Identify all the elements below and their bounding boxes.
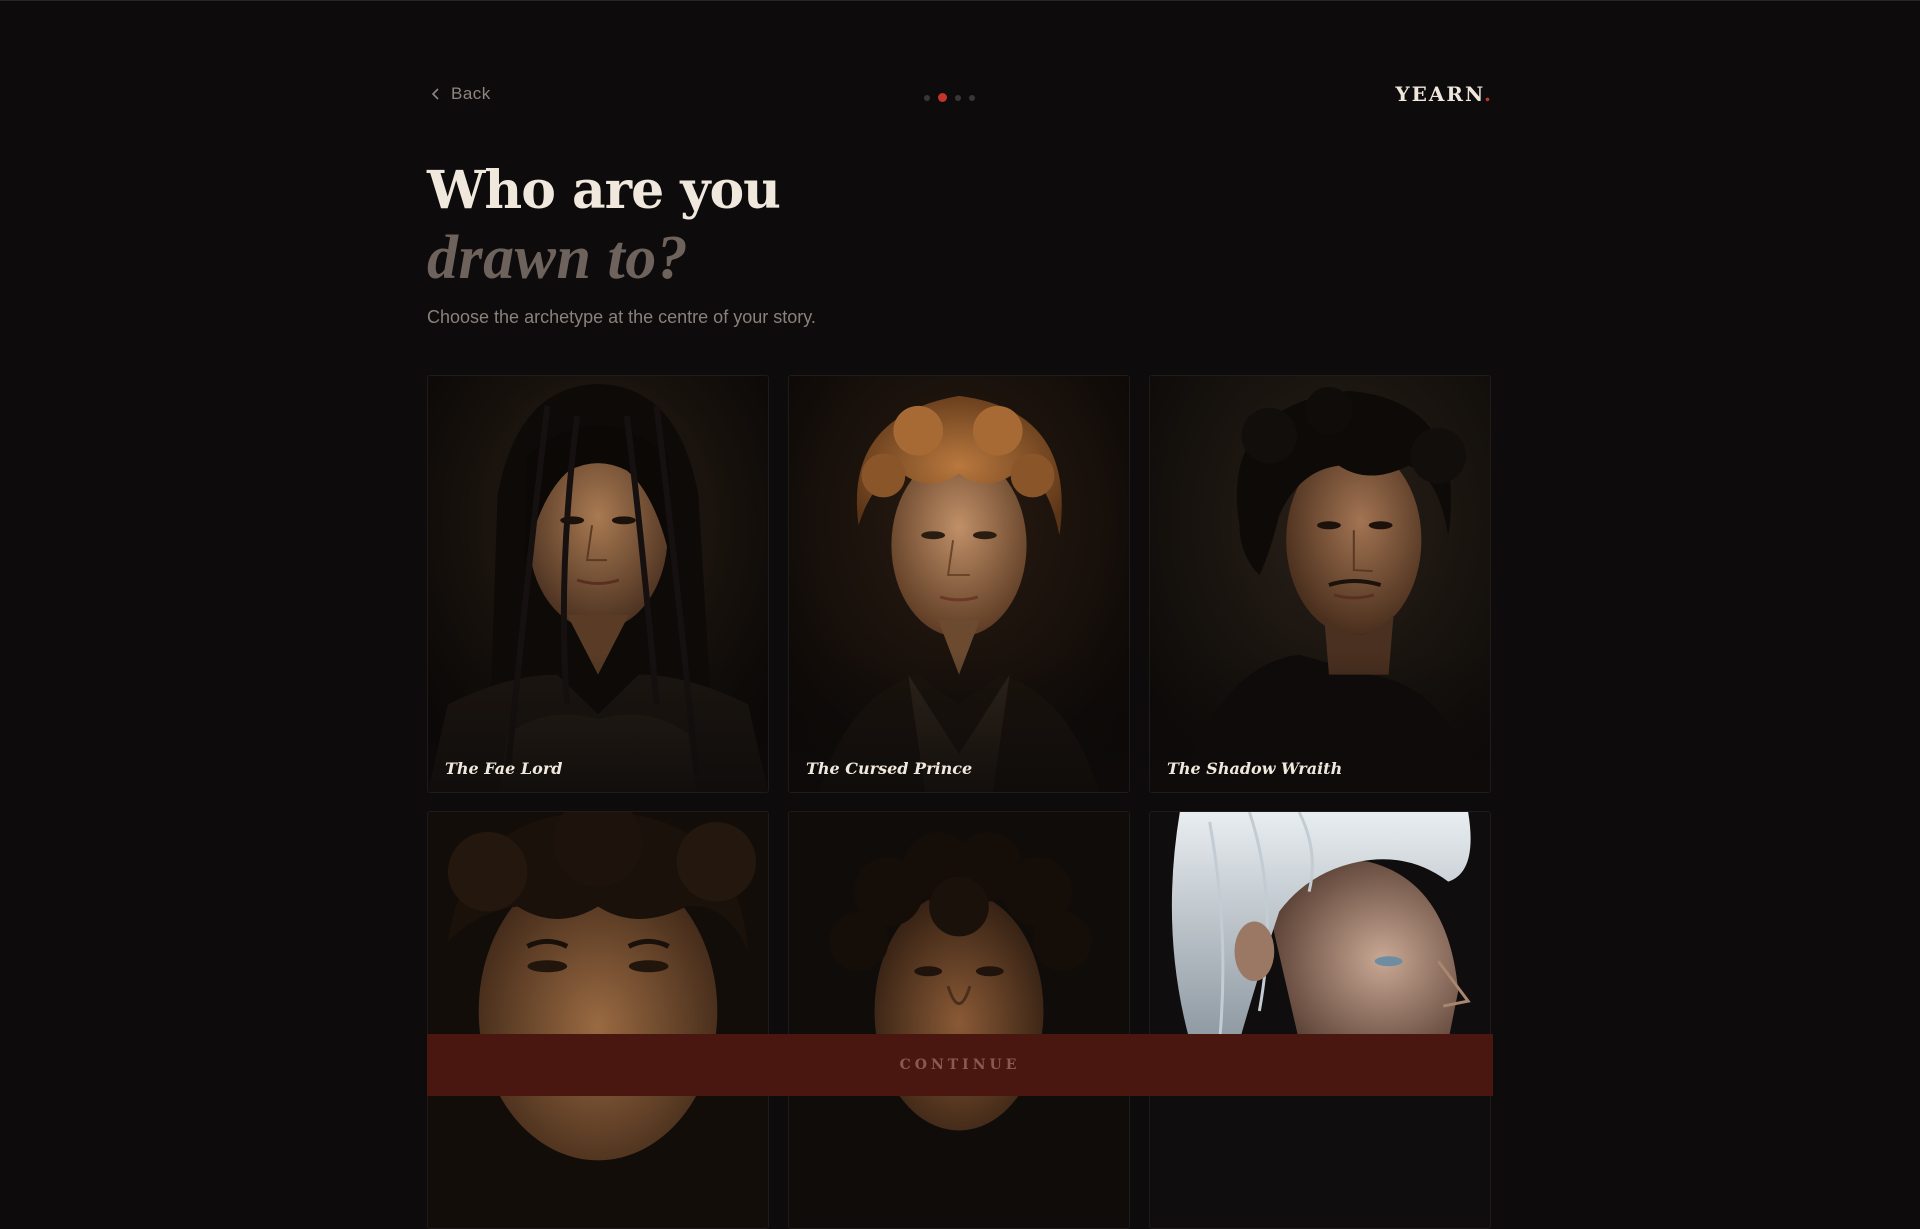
continue-button[interactable]: CONTINUE [427, 1034, 1493, 1096]
archetype-grid: The Fae Lord The Cursed Prince The Shado… [427, 375, 1493, 1229]
page-subtitle: Choose the archetype at the centre of yo… [427, 307, 816, 327]
logo: YEARN. [1395, 82, 1493, 106]
step-dot-1 [924, 94, 930, 101]
page-title-line-2: drawn to? [427, 224, 689, 292]
archetype-card-fae-lord[interactable]: The Fae Lord [427, 375, 769, 793]
archetype-card-4[interactable] [427, 811, 769, 1229]
archetype-label: The Fae Lord [445, 759, 563, 778]
archetype-card-6[interactable] [1149, 811, 1491, 1229]
tight-curls-portrait-icon [789, 812, 1129, 1228]
back-button[interactable]: Back [431, 84, 491, 104]
archetype-label: The Shadow Wraith [1167, 759, 1343, 778]
archetype-card-5[interactable] [788, 811, 1130, 1229]
logo-period: . [1484, 82, 1493, 106]
chevron-left-icon [431, 88, 439, 100]
archetype-card-cursed-prince[interactable]: The Cursed Prince [788, 375, 1130, 793]
step-dot-2-active [938, 93, 947, 102]
step-indicator [924, 93, 975, 102]
step-dot-3 [955, 94, 961, 101]
archetype-card-shadow-wraith[interactable]: The Shadow Wraith [1149, 375, 1491, 793]
messy-dark-hair-portrait-icon [428, 812, 768, 1228]
archetype-label: The Cursed Prince [806, 759, 973, 778]
step-dot-4 [969, 94, 975, 101]
back-label: Back [451, 84, 491, 103]
logo-text: YEARN [1395, 82, 1485, 106]
header: Back YEARN. [427, 82, 1493, 112]
onboarding-page: Back YEARN. Who are you drawn to? Choose… [427, 0, 1493, 1229]
page-title-line-1: Who are you [427, 160, 781, 221]
white-hair-profile-portrait-icon [1150, 812, 1490, 1228]
